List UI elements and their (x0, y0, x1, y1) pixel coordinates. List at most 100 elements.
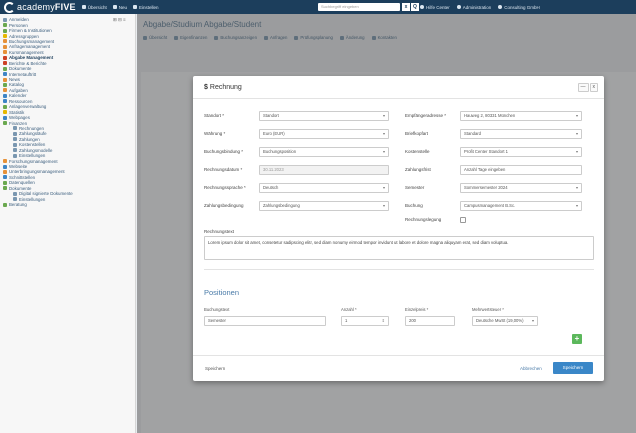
folder-icon (3, 180, 7, 185)
select-field[interactable]: Profit Center Standort 1 ▾ (460, 146, 582, 157)
nav-settings-label: Einstellen (139, 4, 159, 10)
nav-overview[interactable]: Übersicht (81, 4, 107, 10)
folder-icon (3, 186, 7, 191)
field-value: Campusmanagement B.Sc. (464, 202, 516, 208)
sidebar-item-label: News (9, 77, 20, 83)
chevron-down-icon: ▾ (382, 148, 385, 154)
pos-vat-select[interactable]: Deutsche MwSt (19,00%) ▾ (472, 316, 538, 326)
nav-overview-label: Übersicht (87, 4, 107, 10)
footer-left-link[interactable]: Speichern (205, 366, 225, 371)
select-field[interactable]: Deutsch ▾ (259, 182, 389, 193)
notes-textarea[interactable]: Lorem ipsum dolor sit amet, consetetur s… (204, 236, 594, 260)
clear-search-button[interactable]: x (402, 3, 410, 11)
folder-icon (13, 131, 17, 136)
home-icon (81, 5, 86, 9)
folder-icon (3, 55, 7, 60)
sidebar-item-label: Einstellungen (19, 196, 46, 202)
form-row: Zahlungsfrist Anzahl Tage eingeben (405, 164, 582, 175)
chevron-down-icon: ▾ (575, 202, 578, 208)
sidebar-item-label: Einstellungen (19, 153, 46, 159)
form-row: Zahlungsbedingung Zahlungsbedingung ▾ (204, 200, 389, 211)
select-field[interactable]: Hauweg 2, 80331 München ▾ (460, 110, 582, 121)
sidebar-item[interactable]: Beratung (3, 202, 132, 207)
add-position-button[interactable]: + (572, 334, 582, 344)
top-navigation-bar: academy FIVE Übersicht Neu Einstellen Suc… (0, 0, 636, 14)
form-row: Briefkopfart Standard ▾ (405, 128, 582, 139)
currency-icon: $ (204, 83, 208, 91)
select-field[interactable]: Standort ▾ (259, 110, 389, 121)
field-label: Rechnungsdatum * (204, 167, 243, 172)
folder-icon (3, 28, 7, 33)
nav-settings[interactable]: Einstellen (133, 5, 159, 10)
select-field[interactable]: Campusmanagement B.Sc. ▾ (460, 200, 582, 211)
tree-tools[interactable]: ⊞ ⊟ ≡ (113, 17, 126, 23)
select-field[interactable]: Standard ▾ (460, 128, 582, 139)
brand-logo[interactable]: academy FIVE (4, 1, 76, 13)
save-button[interactable]: Speichern (553, 362, 593, 374)
select-field[interactable]: Buchungsposition ▾ (259, 146, 389, 157)
stepper-icon[interactable]: ⇕ (382, 317, 385, 325)
folder-icon (13, 126, 17, 131)
help-center-link[interactable]: Hilfe Center (420, 5, 450, 10)
close-button[interactable]: x (589, 83, 598, 92)
notes-label: Rechnungstext (204, 229, 235, 234)
select-field[interactable]: Euro (EUR) ▾ (259, 128, 389, 139)
logo-icon (4, 1, 15, 13)
pos-quantity-input[interactable]: 1 ⇕ (341, 316, 389, 326)
pos-text-input[interactable]: Semester (204, 316, 326, 326)
pos-col-vat: Mehrwertsteuer * (472, 307, 504, 312)
nav-new[interactable]: Neu (112, 4, 128, 10)
select-field[interactable]: Sommersemester 2024 ▾ (460, 182, 582, 193)
sidebar-item-label: Schnittstellen (9, 174, 36, 180)
form-row: Buchungsbindung * Buchungsposition ▾ (204, 146, 389, 157)
folder-icon (3, 34, 7, 39)
field-label: Standort * (204, 113, 225, 118)
select-field[interactable]: Zahlungsbedingung ▾ (259, 200, 389, 211)
pos-col-quantity: Anzahl * (341, 307, 357, 312)
folder-icon (3, 110, 7, 115)
nav-new-label: Neu (118, 4, 128, 10)
search-input[interactable]: Suchbegriff eingeben (318, 3, 400, 11)
search-buttons: x Q (401, 3, 419, 11)
user-menu[interactable]: Consulting GmbH (498, 5, 540, 10)
search-button[interactable]: Q (411, 3, 419, 11)
folder-icon (3, 159, 7, 164)
admin-icon (456, 5, 461, 9)
right-nav: Hilfe Center Administration Consulting G… (420, 0, 547, 14)
folder-icon (13, 148, 17, 153)
sidebar-item-label: Webseite (9, 164, 28, 170)
administration-link[interactable]: Administration (456, 5, 491, 10)
form-row: Rechnungssprache * Deutsch ▾ (204, 182, 389, 193)
form-row: Empfängeradresse * Hauweg 2, 80331 Münche… (405, 110, 582, 121)
sidebar-item-label: Adressgruppen (9, 33, 39, 39)
field-value: Anzahl Tage eingeben (464, 166, 506, 172)
sidebar-item-label: Webpages (9, 115, 30, 121)
field-value: Deutsch (263, 184, 279, 190)
dialog-header: $ Rechnung — x (193, 76, 604, 99)
positions-heading: Positionen (204, 288, 240, 297)
text-field[interactable]: Anzahl Tage eingeben (460, 164, 582, 175)
cancel-button[interactable]: Abbrechen (520, 366, 542, 371)
pos-unit-price-input[interactable]: 200 (405, 316, 455, 326)
invoicing-checkbox-row: Rechnungslegung (405, 214, 466, 225)
chevron-down-icon: ▾ (382, 202, 385, 208)
field-value: Hauweg 2, 80331 München (464, 112, 516, 118)
form-row: Kostenstelle Profit Center Standort 1 ▾ (405, 146, 582, 157)
field-label: Währung * (204, 131, 226, 136)
sidebar-item-label: Aufgaben (9, 87, 28, 93)
sidebar-item-label: Rechnungen (19, 125, 44, 131)
invoicing-checkbox[interactable] (460, 216, 466, 223)
sidebar-item-label: Dokumente (9, 185, 32, 191)
invoicing-checkbox-label: Rechnungslegung (405, 217, 442, 222)
form-row: Semester Sommersemester 2024 ▾ (405, 182, 582, 193)
form-row: Währung * Euro (EUR) ▾ (204, 128, 389, 139)
sidebar-item-label: Datenquellen (9, 180, 35, 186)
chevron-down-icon: ▾ (575, 112, 578, 118)
field-value: Profit Center Standort 1 (464, 148, 508, 154)
plus-icon (112, 5, 117, 9)
minimize-button[interactable]: — (577, 83, 589, 92)
folder-icon (3, 121, 7, 126)
sidebar-item-label: Buchungsmanagement (9, 38, 55, 44)
sidebar-item-label: Internetauftritt (9, 71, 37, 77)
pos-col-unit-price: Einzelpreis * (405, 307, 429, 312)
